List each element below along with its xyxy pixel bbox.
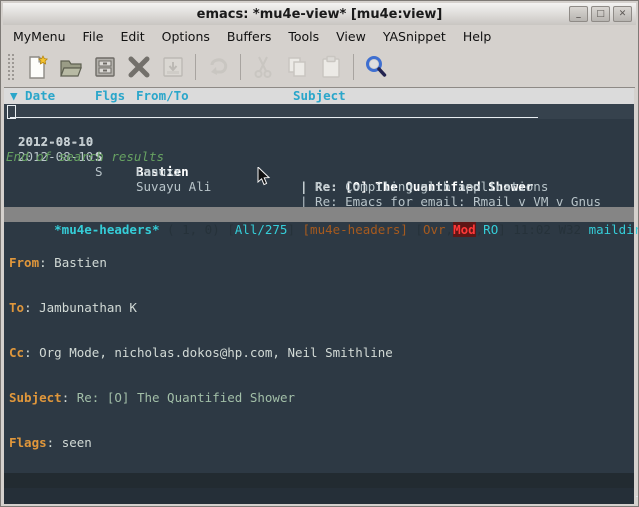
- copy-icon: [280, 51, 314, 83]
- header-row[interactable]: 2012-08-10 S Suvayu Ali | Re: Emacs for …: [4, 134, 634, 149]
- cut-icon: [246, 51, 280, 83]
- menu-yasnippet[interactable]: YASnippet: [383, 29, 446, 44]
- mu4e-headers-window: ▼ Date Flgs From/To Subject 2012-08-10 S…: [4, 88, 634, 207]
- selection-underline: [10, 117, 538, 118]
- mouse-cursor: [257, 167, 271, 187]
- menu-edit[interactable]: Edit: [120, 29, 144, 44]
- toolbar-separator: [240, 54, 241, 80]
- column-flags[interactable]: Flgs: [95, 88, 125, 103]
- maximize-button[interactable]: □: [591, 6, 610, 22]
- to-value[interactable]: Jambunathan K: [39, 300, 137, 315]
- menu-options[interactable]: Options: [162, 29, 210, 44]
- tool-bar: [4, 47, 635, 88]
- close-buffer-icon[interactable]: [122, 51, 156, 83]
- menu-buffers[interactable]: Buffers: [227, 29, 271, 44]
- emacs-frame: ▼ Date Flgs From/To Subject 2012-08-10 S…: [4, 88, 634, 502]
- row-from: Lanoxx: [136, 164, 181, 179]
- end-of-results-message: End of search results: [6, 149, 164, 164]
- column-date[interactable]: ▼ Date: [10, 88, 55, 103]
- message-header-to: To: Jambunathan K: [9, 300, 634, 315]
- menu-view[interactable]: View: [336, 29, 366, 44]
- undo-icon: [201, 51, 235, 83]
- new-file-icon[interactable]: [20, 51, 54, 83]
- message-header-from: From: Bastien: [9, 255, 634, 270]
- message-header-subject: Subject: Re: [O] The Quantified Shower: [9, 390, 634, 405]
- window-title: emacs: *mu4e-view* [mu4e:view]: [197, 7, 443, 22]
- headers-column-bar: ▼ Date Flgs From/To Subject: [4, 88, 634, 104]
- menu-mymenu[interactable]: MyMenu: [13, 29, 66, 44]
- echo-area[interactable]: [4, 488, 634, 504]
- headers-mode-line: *mu4e-headers* ( 1, 0) [All/275] [mu4e-h…: [4, 207, 634, 222]
- column-subject[interactable]: Subject: [293, 88, 346, 103]
- menu-bar: MyMenu File Edit Options Buffers Tools V…: [4, 25, 635, 47]
- cc-value[interactable]: Org Mode, nicholas.dokos@hp.com, Neil Sm…: [39, 345, 393, 360]
- mu4e-view-window: From: Bastien To: Jambunathan K Cc: Org …: [4, 222, 634, 473]
- close-button[interactable]: ✕: [613, 6, 632, 22]
- window-controls: _ □ ✕: [569, 6, 632, 22]
- subject-value: Re: [O] The Quantified Shower: [77, 390, 295, 405]
- row-subject: | Re: Compiling glib applications: [300, 179, 548, 194]
- message-header-cc: Cc: Org Mode, nicholas.dokos@hp.com, Nei…: [9, 345, 634, 360]
- view-mode-line: *mu4e-view* ( 1, 0) [All/372] [mu4e:view…: [4, 473, 634, 488]
- menu-tools[interactable]: Tools: [288, 29, 319, 44]
- message-header-flags: Flags: seen: [9, 435, 634, 450]
- title-bar[interactable]: emacs: *mu4e-view* [mu4e:view] _ □ ✕: [3, 3, 636, 25]
- from-value[interactable]: Bastien: [54, 255, 107, 270]
- search-icon[interactable]: [359, 51, 393, 83]
- paste-icon: [314, 51, 348, 83]
- open-file-icon[interactable]: [54, 51, 88, 83]
- menu-help[interactable]: Help: [463, 29, 492, 44]
- menu-file[interactable]: File: [83, 29, 104, 44]
- save-as-icon: [156, 51, 190, 83]
- toolbar-separator: [195, 54, 196, 80]
- toolbar-separator: [353, 54, 354, 80]
- flags-value: seen: [62, 435, 92, 450]
- column-from[interactable]: From/To: [136, 88, 189, 103]
- header-row-selected[interactable]: 2012-08-10 S Bastien | Re: [O] The Quant…: [4, 104, 634, 119]
- save-icon[interactable]: [88, 51, 122, 83]
- row-flags: S: [95, 164, 103, 179]
- minimize-button[interactable]: _: [569, 6, 588, 22]
- toolbar-grip[interactable]: [7, 53, 14, 81]
- row-from: Suvayu Ali: [136, 179, 211, 194]
- emacs-window: emacs: *mu4e-view* [mu4e:view] _ □ ✕ MyM…: [0, 0, 639, 507]
- header-row[interactable]: 2012-08-10 S Lanoxx | Re: Compiling glib…: [4, 119, 634, 134]
